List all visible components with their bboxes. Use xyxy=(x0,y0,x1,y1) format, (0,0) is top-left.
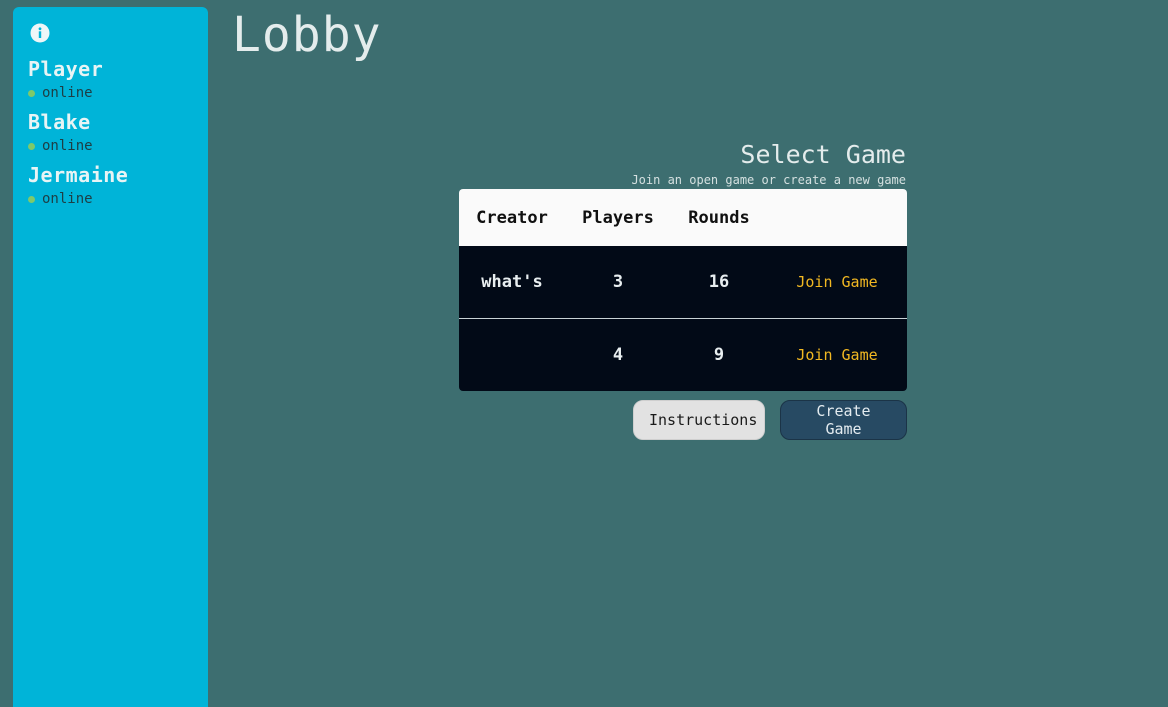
player-name: Player xyxy=(28,57,104,81)
player-item: Jermaine online xyxy=(28,163,208,208)
player-item: Blake online xyxy=(28,110,208,155)
player-name: Blake xyxy=(28,110,91,134)
online-indicator-icon xyxy=(28,89,35,97)
cell-players: 3 xyxy=(612,272,624,292)
sidebar: Player online Blake online Jermaine onli… xyxy=(13,7,208,707)
page-title: Lobby xyxy=(232,7,382,63)
cell-rounds: 16 xyxy=(708,272,730,292)
player-name: Jermaine xyxy=(28,163,129,187)
online-indicator-icon xyxy=(28,142,35,150)
cell-players: 4 xyxy=(612,345,624,365)
join-game-link[interactable]: Join Game xyxy=(767,346,907,364)
player-status-label: online xyxy=(42,138,93,154)
join-game-link[interactable]: Join Game xyxy=(767,273,907,291)
column-header-creator: Creator xyxy=(476,207,548,228)
player-status: online xyxy=(28,137,208,155)
table-header: Creator Players Rounds xyxy=(459,189,907,246)
info-icon[interactable] xyxy=(30,23,50,43)
table-row: 4 9 Join Game xyxy=(459,319,907,391)
column-header-rounds: Rounds xyxy=(688,207,750,228)
instructions-button[interactable]: Instructions xyxy=(633,400,765,440)
lobby-actions: Instructions Create Game xyxy=(633,400,907,440)
player-status-label: online xyxy=(42,191,93,207)
cell-rounds: 9 xyxy=(713,345,725,365)
games-table: Creator Players Rounds what's 3 16 Join … xyxy=(459,189,907,391)
select-game-subtitle: Join an open game or create a new game xyxy=(631,173,906,187)
player-status: online xyxy=(28,84,208,102)
player-status-label: online xyxy=(42,85,93,101)
select-game-title: Select Game xyxy=(740,140,906,169)
cell-creator: what's xyxy=(481,272,543,292)
column-header-players: Players xyxy=(582,207,654,228)
online-indicator-icon xyxy=(28,195,35,203)
player-item: Player online xyxy=(28,57,208,102)
player-status: online xyxy=(28,190,208,208)
create-game-button[interactable]: Create Game xyxy=(780,400,907,440)
table-row: what's 3 16 Join Game xyxy=(459,246,907,319)
